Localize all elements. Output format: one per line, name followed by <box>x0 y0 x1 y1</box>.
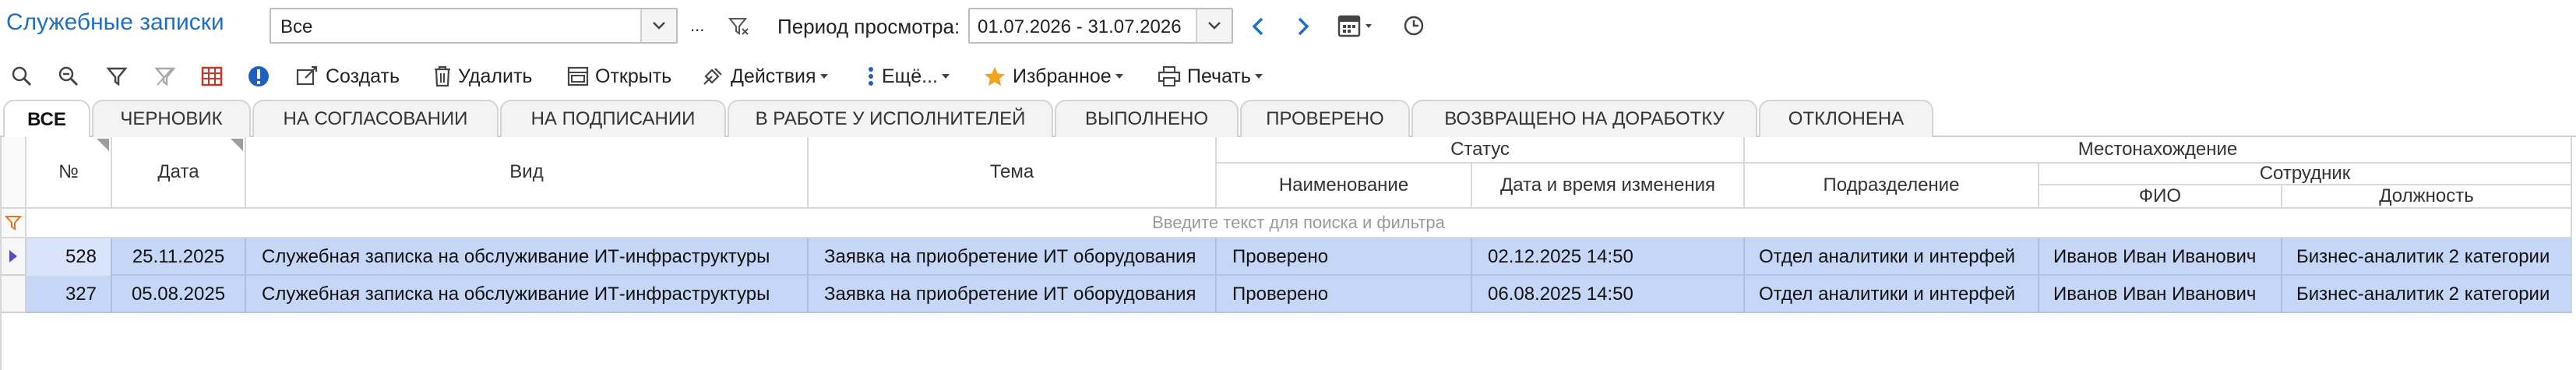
favorites-label: Избранное <box>1013 65 1112 87</box>
tab-rejected[interactable]: ОТКЛОНЕНА <box>1759 100 1933 137</box>
trash-icon <box>435 65 450 87</box>
tab-returned[interactable]: ВОЗВРАЩЕНО НА ДОРАБОТКУ <box>1411 100 1757 137</box>
status-tabs: ВСЕ ЧЕРНОВИК НА СОГЛАСОВАНИИ НА ПОДПИСАН… <box>0 100 2576 139</box>
tab-checked[interactable]: ПРОВЕРЕНО <box>1240 100 1410 137</box>
more-button[interactable]: Ещё... <box>866 59 957 93</box>
tab-in-work[interactable]: В РАБОТЕ У ИСПОЛНИТЕЛЕЙ <box>728 100 1053 137</box>
cell-department: Отдел аналитики и интерфей <box>1745 276 2039 313</box>
tab-on-signing[interactable]: НА ПОДПИСАНИИ <box>500 100 726 137</box>
filter-row-input[interactable]: Введите текст для поиска и фильтра <box>26 209 2572 238</box>
cell-department: Отдел аналитики и интерфей <box>1745 238 2039 276</box>
tab-draft[interactable]: ЧЕРНОВИК <box>92 100 251 137</box>
col-date[interactable]: Дата <box>112 137 246 209</box>
filter-more-button[interactable]: ... <box>690 16 704 36</box>
star-icon <box>985 67 1005 86</box>
cell-type: Служебная записка на обслуживание ИТ-инф… <box>246 276 809 313</box>
create-label: Создать <box>326 65 400 87</box>
print-label: Печать <box>1187 65 1251 87</box>
cell-position: Бизнес-аналитик 2 категории <box>2296 246 2550 267</box>
col-fio[interactable]: ФИО <box>2039 185 2282 209</box>
col-department[interactable]: Подразделение <box>1745 164 2039 209</box>
records-grid: № Дата Вид Тема Статус Наименование Дата… <box>0 137 2572 370</box>
open-button[interactable]: Открыть <box>567 59 671 93</box>
grid-corner <box>2 137 26 209</box>
search-reset-icon[interactable] <box>56 64 81 89</box>
cell-subject: Заявка на приобретение ИТ оборудования <box>809 276 1217 313</box>
cell-date: 05.08.2025 <box>112 276 246 313</box>
col-type[interactable]: Вид <box>246 137 809 209</box>
chevron-down-icon[interactable] <box>640 9 676 42</box>
clock-icon[interactable] <box>1401 12 1427 39</box>
col-status-name[interactable]: Наименование <box>1217 164 1472 209</box>
sort-corner-icon <box>231 139 243 151</box>
create-icon <box>296 65 318 86</box>
col-subject[interactable]: Тема <box>809 137 1217 209</box>
chevron-down-icon <box>1254 74 1263 79</box>
period-prev-icon[interactable] <box>1245 12 1271 41</box>
cell-fio: Иванов Иван Иванович <box>2039 276 2282 313</box>
info-icon[interactable] <box>246 64 271 89</box>
period-value: 01.07.2026 - 31.07.2026 <box>978 16 1182 37</box>
actions-icon <box>703 68 722 85</box>
search-icon[interactable] <box>9 64 34 89</box>
col-group-employee: Сотрудник <box>2039 163 2572 185</box>
table-row[interactable]: 327 05.08.2025 Служебная записка на обсл… <box>26 276 2572 313</box>
chevron-down-icon <box>942 74 950 79</box>
tab-on-approval[interactable]: НА СОГЛАСОВАНИИ <box>252 100 499 137</box>
col-position[interactable]: Должность <box>2282 185 2572 209</box>
period-select[interactable]: 01.07.2026 - 31.07.2026 <box>968 8 1233 44</box>
cell-changed: 06.08.2025 14:50 <box>1472 276 1745 313</box>
chevron-down-icon <box>1115 74 1123 79</box>
table-settings-icon[interactable] <box>199 64 224 89</box>
filter-select-value: Все <box>280 16 313 37</box>
filter-icon[interactable] <box>104 64 129 89</box>
cell-status: Проверено <box>1217 276 1472 313</box>
cell-status: Проверено <box>1217 238 1472 276</box>
cell-changed: 02.12.2025 14:50 <box>1472 238 1745 276</box>
cell-num: 327 <box>26 276 112 313</box>
period-label: Период просмотра: <box>777 15 960 38</box>
filter-clear-icon[interactable] <box>726 14 751 39</box>
cell-type: Служебная записка на обслуживание ИТ-инф… <box>246 238 809 276</box>
print-button[interactable]: Печать <box>1158 59 1270 93</box>
more-label: Ещё... <box>882 65 938 87</box>
tab-done[interactable]: ВЫПОЛНЕНО <box>1055 100 1239 137</box>
tab-all[interactable]: ВСЕ <box>3 100 90 139</box>
sort-corner-icon <box>97 139 109 151</box>
delete-label: Удалить <box>458 65 533 87</box>
row-indicator[interactable] <box>2 238 26 276</box>
filter-off-icon[interactable] <box>153 64 178 89</box>
filter-select[interactable]: Все <box>270 8 678 44</box>
col-group-status: Статус <box>1217 137 1745 164</box>
col-group-location: Местонахождение <box>1745 137 2572 164</box>
cell-date: 25.11.2025 <box>112 238 246 276</box>
more-vertical-icon <box>869 67 873 86</box>
cell-num: 528 <box>26 238 112 276</box>
col-status-changed[interactable]: Дата и время изменения <box>1472 164 1745 209</box>
actions-button[interactable]: Действия <box>701 59 835 93</box>
table-row[interactable]: 528 25.11.2025 Служебная записка на обсл… <box>26 238 2572 276</box>
page-title: Служебные записки <box>6 9 224 35</box>
chevron-down-icon <box>819 74 828 79</box>
cell-fio: Иванов Иван Иванович <box>2039 238 2282 276</box>
open-label: Открыть <box>595 65 672 87</box>
delete-button[interactable]: Удалить <box>433 59 532 93</box>
calendar-icon[interactable] <box>1337 11 1377 41</box>
col-num[interactable]: № <box>26 137 112 209</box>
create-button[interactable]: Создать <box>296 59 400 93</box>
printer-icon <box>1158 66 1181 86</box>
cell-position: Бизнес-аналитик 2 категории <box>2296 284 2550 305</box>
col-date-label: Дата <box>157 161 199 182</box>
cell-subject: Заявка на приобретение ИТ оборудования <box>809 238 1217 276</box>
chevron-down-icon[interactable] <box>1196 9 1232 42</box>
row-indicator[interactable] <box>2 276 26 313</box>
filter-row-icon[interactable] <box>2 209 26 238</box>
col-num-label: № <box>58 161 79 182</box>
actions-label: Действия <box>731 65 816 87</box>
period-next-icon[interactable] <box>1290 12 1316 41</box>
favorites-button[interactable]: Избранное <box>983 59 1130 93</box>
open-icon <box>567 66 589 86</box>
